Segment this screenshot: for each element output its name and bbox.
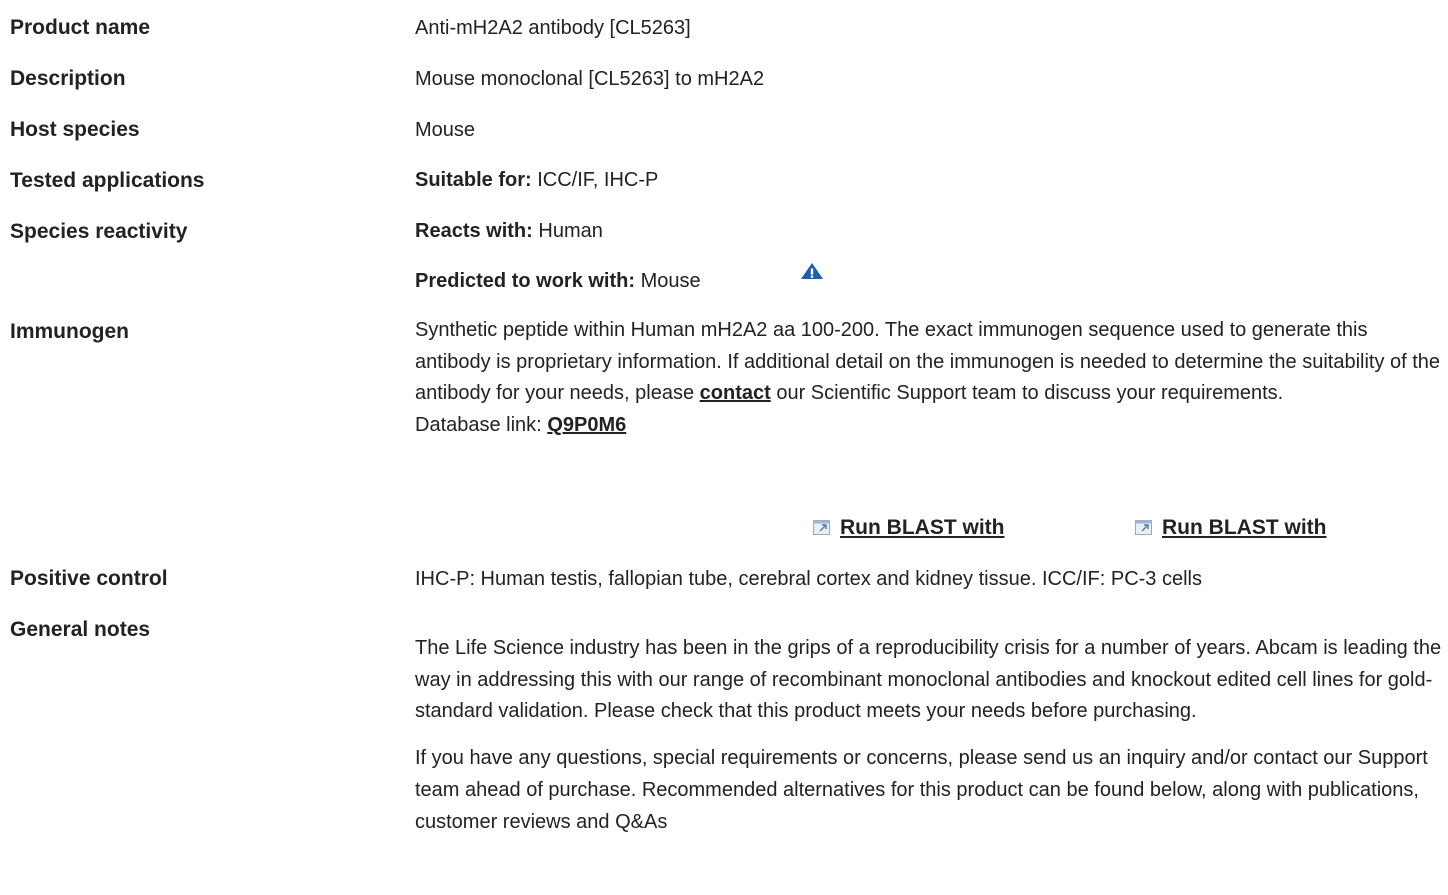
- reacts-with-line: Reacts with: Human: [415, 220, 603, 243]
- description-label: Description: [10, 67, 126, 90]
- general-notes-paragraph-2: If you have any questions, special requi…: [415, 747, 1428, 833]
- species-reactivity-label: Species reactivity: [10, 220, 188, 243]
- general-notes-text: The Life Science industry has been in th…: [415, 633, 1445, 838]
- run-blast-label-2[interactable]: Run BLAST with: [1162, 516, 1326, 539]
- database-link[interactable]: Q9P0M6: [547, 414, 626, 436]
- predicted-value: Mouse: [640, 270, 701, 292]
- run-blast-link-2[interactable]: Run BLAST with: [1135, 516, 1326, 540]
- host-species-label: Host species: [10, 118, 140, 141]
- predicted-prefix: Predicted to work with:: [415, 270, 636, 292]
- contact-link[interactable]: contact: [700, 382, 771, 404]
- positive-control-value: IHC-P: Human testis, fallopian tube, cer…: [415, 568, 1202, 590]
- product-name-value: Anti-mH2A2 antibody [CL5263]: [415, 17, 691, 39]
- general-notes-paragraph-1: The Life Science industry has been in th…: [415, 637, 1442, 723]
- suitable-for-prefix: Suitable for:: [415, 169, 532, 191]
- external-window-icon: [813, 517, 830, 535]
- run-blast-label-1[interactable]: Run BLAST with: [840, 516, 1004, 539]
- external-window-icon: [1135, 517, 1152, 535]
- tested-applications-label: Tested applications: [10, 169, 205, 192]
- suitable-for-value: ICC/IF, IHC-P: [537, 169, 659, 191]
- immunogen-text: Synthetic peptide within Human mH2A2 aa …: [415, 315, 1445, 442]
- database-link-prefix: Database link:: [415, 414, 542, 437]
- description-value: Mouse monoclonal [CL5263] to mH2A2: [415, 68, 765, 90]
- predicted-to-work-line: Predicted to work with: Mouse: [415, 270, 701, 293]
- positive-control-label: Positive control: [10, 567, 168, 590]
- product-name-label: Product name: [10, 16, 151, 39]
- tested-applications-value: Suitable for: ICC/IF, IHC-P: [415, 169, 658, 192]
- reacts-with-value: Human: [538, 220, 603, 242]
- host-species-value: Mouse: [415, 119, 476, 141]
- run-blast-link-1[interactable]: Run BLAST with: [813, 516, 1004, 540]
- immunogen-label: Immunogen: [10, 320, 129, 343]
- general-notes-label: General notes: [10, 618, 151, 641]
- warning-triangle-icon[interactable]: [792, 262, 832, 282]
- reacts-with-prefix: Reacts with:: [415, 220, 533, 242]
- immunogen-text-after: our Scientific Support team to discuss y…: [776, 382, 1284, 405]
